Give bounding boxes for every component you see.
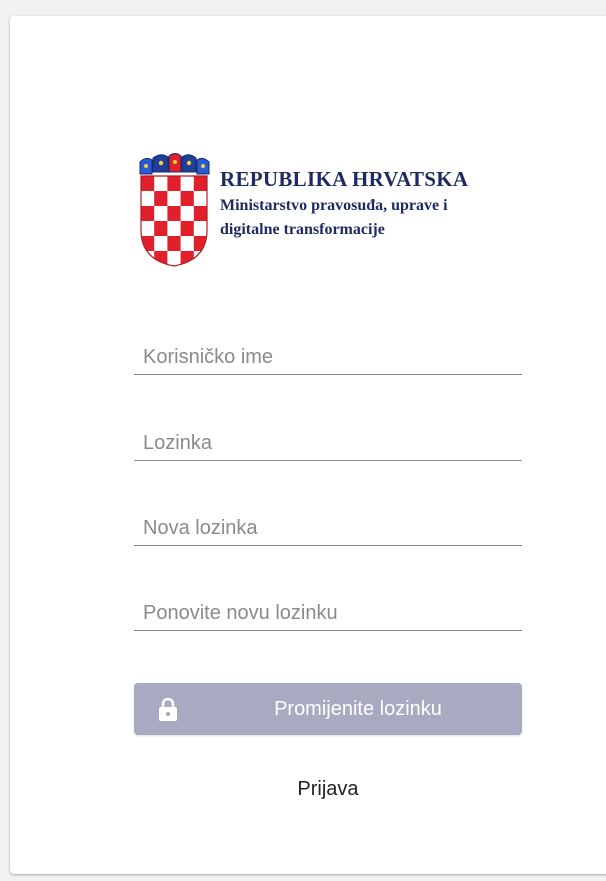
logo-subtitle-line2: digitalne transformacije	[220, 221, 385, 238]
password-field	[134, 424, 522, 461]
repeat-new-password-input[interactable]	[134, 596, 522, 630]
coat-of-arms-icon	[139, 153, 210, 267]
new-password-input[interactable]	[134, 511, 522, 545]
change-password-label: Promijenite lozinku	[274, 698, 442, 720]
new-password-field	[134, 509, 522, 546]
login-card: REPUBLIKA HRVATSKA Ministarstvo pravosuđ…	[10, 16, 606, 874]
logo-title: REPUBLIKA HRVATSKA	[220, 167, 469, 191]
logo-subtitle-line1: Ministarstvo pravosuđa, uprave i	[220, 197, 448, 214]
lock-icon	[159, 697, 177, 721]
repeat-password-field	[134, 594, 522, 631]
change-password-button[interactable]: Promijenite lozinku	[134, 683, 522, 735]
password-input[interactable]	[134, 426, 522, 460]
checkerboard	[141, 176, 207, 266]
login-link[interactable]: Prijava	[134, 778, 522, 801]
username-input[interactable]	[134, 340, 522, 374]
logo-text: REPUBLIKA HRVATSKA Ministarstvo pravosuđ…	[220, 166, 468, 242]
username-field	[134, 338, 522, 375]
ministry-logo: REPUBLIKA HRVATSKA Ministarstvo pravosuđ…	[136, 152, 536, 272]
